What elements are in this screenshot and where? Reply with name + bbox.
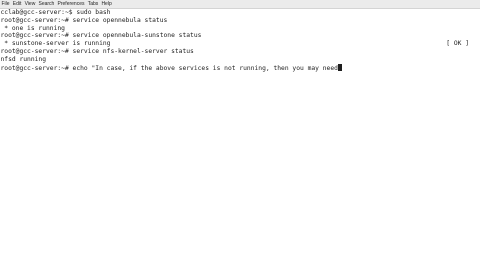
menu-bar: File Edit View Search Preferences Tabs H… [0, 0, 480, 9]
terminal-line: * one is running [0, 25, 480, 33]
text-cursor [337, 63, 342, 71]
menu-view[interactable]: View [23, 0, 37, 8]
status-ok-label: [ OK ] [446, 40, 469, 48]
terminal-line: nfsd running [0, 56, 480, 64]
terminal-line-text: root@gcc-server:~# service opennebula st… [0, 16, 168, 24]
terminal-line-text: cclab@gcc-server:~$ sudo bash [0, 9, 111, 16]
terminal-line-text: root@gcc-server:~# service opennebula-su… [0, 32, 202, 40]
menu-edit[interactable]: Edit [11, 0, 23, 8]
terminal-line-text: root@gcc-server:~# echo "In case, if the… [0, 64, 338, 72]
terminal-line: root@gcc-server:~# echo "In case, if the… [0, 63, 480, 72]
menu-search[interactable]: Search [37, 0, 56, 8]
terminal-line: root@gcc-server:~# service opennebula-su… [0, 32, 480, 40]
terminal-window: File Edit View Search Preferences Tabs H… [0, 0, 480, 270]
terminal-line-text: nfsd running [0, 55, 47, 63]
menu-file[interactable]: File [0, 0, 11, 8]
terminal-line: root@gcc-server:~# service opennebula st… [0, 17, 480, 25]
menu-help[interactable]: Help [100, 0, 113, 8]
menu-tabs[interactable]: Tabs [86, 0, 100, 8]
terminal-line-text: root@gcc-server:~# service nfs-kernel-se… [0, 47, 194, 55]
terminal-line-text: * sunstone-server is running [0, 40, 111, 48]
terminal-line: * sunstone-server is running [ OK ] [0, 40, 480, 48]
terminal-line-text: * one is running [0, 24, 65, 32]
terminal-line: root@gcc-server:~# service nfs-kernel-se… [0, 48, 480, 56]
terminal-output[interactable]: cclab@gcc-server:~$ sudo bash root@gcc-s… [0, 9, 480, 270]
menu-preferences[interactable]: Preferences [56, 0, 86, 8]
terminal-line: cclab@gcc-server:~$ sudo bash [0, 9, 480, 17]
